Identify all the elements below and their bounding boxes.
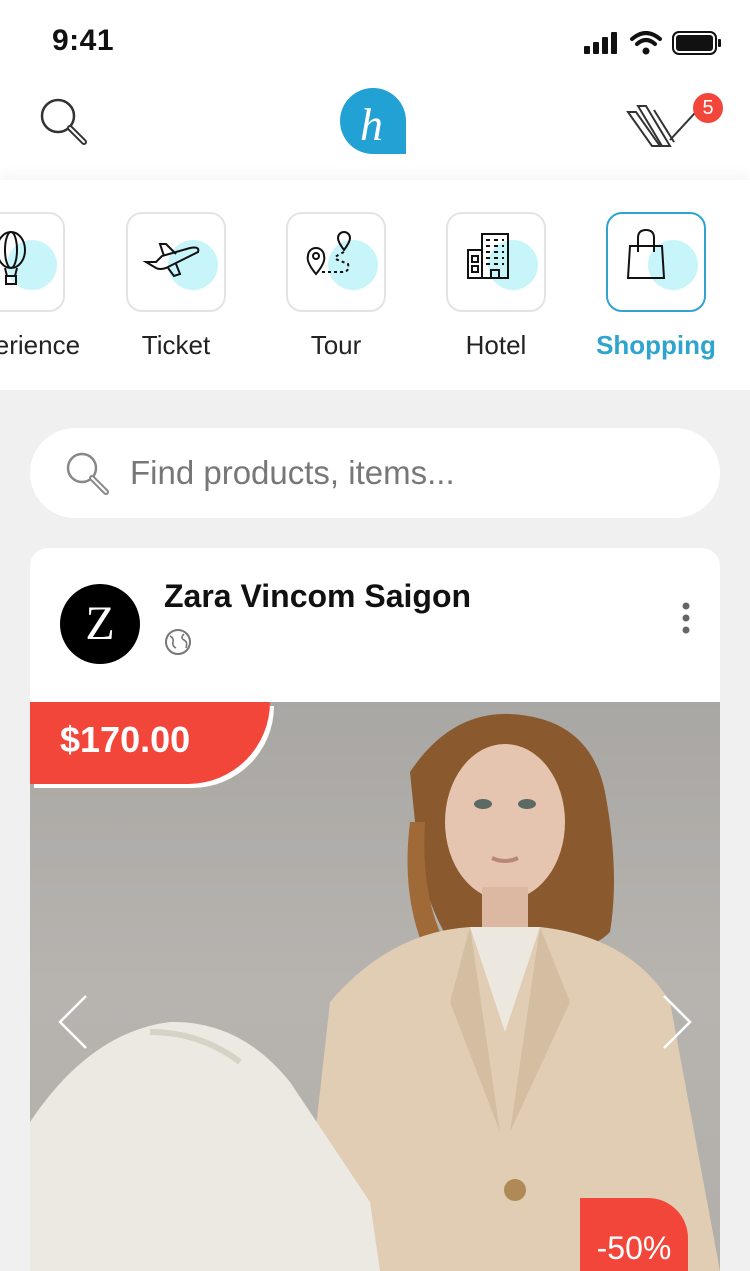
shopping-bag-icon <box>626 228 666 279</box>
status-icons <box>584 30 722 56</box>
logo-letter: h <box>360 99 383 150</box>
signal-icon <box>584 32 617 54</box>
category-label: Tour <box>310 330 362 360</box>
globe-icon <box>165 629 191 655</box>
more-options-icon[interactable] <box>676 600 696 636</box>
store-post-card: Z Zara Vincom Saigon $170.00 -50% <box>30 548 720 1271</box>
cart-badge: 5 <box>693 93 723 123</box>
category-label: Ticket <box>141 330 211 360</box>
category-icon-box <box>0 212 65 312</box>
category-tour[interactable]: Tour <box>261 212 411 372</box>
discount-badge: -50% <box>580 1198 688 1271</box>
store-avatar[interactable]: Z <box>60 584 140 664</box>
chevron-right-icon[interactable] <box>656 992 696 1052</box>
status-time: 9:41 <box>52 24 115 57</box>
category-strip[interactable]: Experience Ticket Tour <box>0 180 750 390</box>
category-label: Shopping <box>596 330 716 360</box>
status-bar: 9:41 <box>0 0 750 80</box>
search-icon <box>66 452 109 495</box>
app-logo-icon[interactable]: h <box>338 86 408 156</box>
category-icon-box <box>286 212 386 312</box>
app-header: h <box>0 80 750 180</box>
chevron-left-icon[interactable] <box>54 992 94 1052</box>
category-experience[interactable]: Experience <box>0 212 90 372</box>
store-name[interactable]: Zara Vincom Saigon <box>164 578 471 615</box>
wifi-icon <box>630 31 662 55</box>
building-icon <box>467 233 509 279</box>
balloon-icon <box>0 231 26 285</box>
category-label: Experience <box>0 330 81 360</box>
category-icon-box <box>126 212 226 312</box>
search-input[interactable] <box>130 448 690 498</box>
category-shopping[interactable]: Shopping <box>581 212 731 372</box>
product-image[interactable] <box>30 702 720 1271</box>
search-bar[interactable] <box>30 428 720 518</box>
product-photo-illustration <box>30 713 720 1271</box>
plane-icon <box>142 243 200 278</box>
category-hotel[interactable]: Hotel <box>421 212 571 372</box>
category-icon-box <box>446 212 546 312</box>
map-route-icon <box>306 231 352 276</box>
category-label: Hotel <box>465 330 527 360</box>
battery-icon <box>672 31 721 55</box>
search-icon[interactable] <box>38 96 92 150</box>
category-ticket[interactable]: Ticket <box>101 212 251 372</box>
category-icon-box <box>606 212 706 312</box>
